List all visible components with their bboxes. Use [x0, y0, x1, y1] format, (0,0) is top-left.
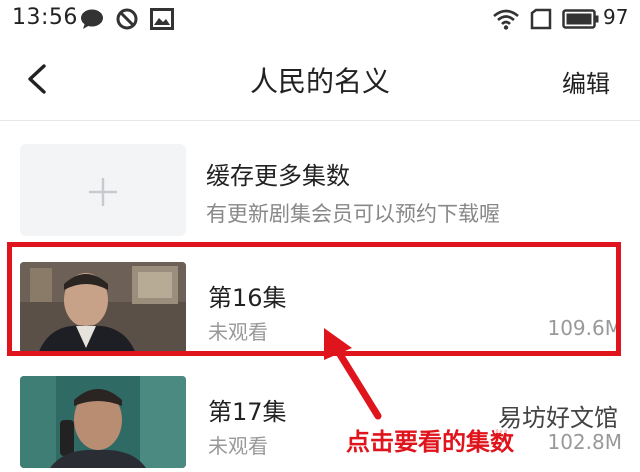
- nav-divider: [0, 120, 640, 121]
- episode-status: 未观看: [208, 434, 268, 458]
- phone-outline-icon: [530, 8, 552, 34]
- status-time: 13:56: [12, 5, 78, 30]
- chat-bubble-icon: [80, 8, 104, 34]
- cache-more-thumbnail: [20, 144, 186, 236]
- nav-bar: 人民的名义 编辑: [0, 38, 640, 120]
- block-icon: [116, 8, 138, 34]
- cache-more-episodes-item[interactable]: 缓存更多集数 有更新剧集会员可以预约下载喔: [0, 140, 640, 236]
- image-icon: [150, 8, 174, 34]
- battery-icon: [562, 8, 600, 34]
- episode-title: 第17集: [208, 398, 287, 426]
- battery-level: 97: [603, 5, 629, 29]
- status-bar: 13:56 97: [0, 0, 640, 38]
- edit-button[interactable]: 编辑: [562, 64, 610, 99]
- cache-more-title: 缓存更多集数: [206, 162, 350, 190]
- annotation-text: 点击要看的集数: [346, 428, 514, 456]
- wifi-icon: [492, 8, 520, 34]
- episode-thumbnail: [20, 376, 186, 468]
- cache-more-subtitle: 有更新剧集会员可以预约下载喔: [206, 202, 500, 226]
- plus-icon: [89, 178, 117, 206]
- watermark: 易坊好文馆: [494, 398, 622, 433]
- page-title: 人民的名义: [249, 65, 390, 98]
- episode-size: 102.8M: [547, 430, 622, 454]
